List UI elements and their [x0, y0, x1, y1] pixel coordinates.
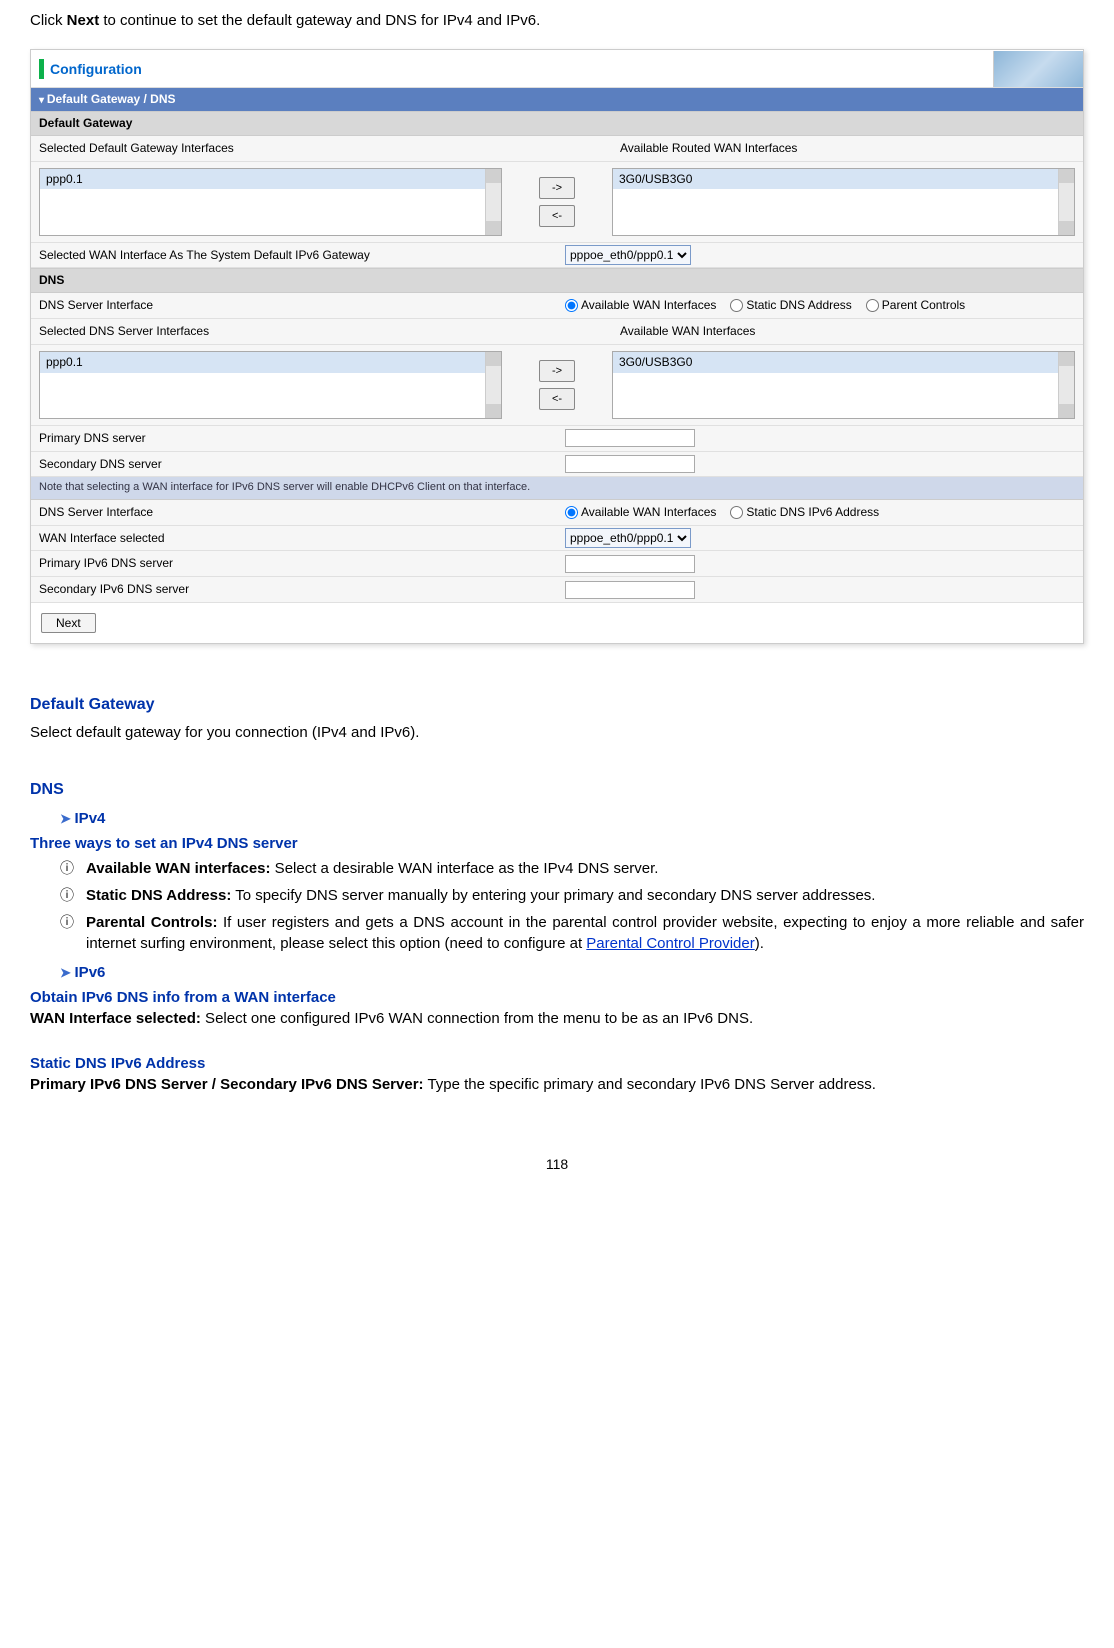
ipv4-ways-list: Available WAN interfaces: Select a desir… — [60, 858, 1084, 954]
heading-static-ipv6: Static DNS IPv6 Address — [30, 1053, 1084, 1074]
radio-parent-input[interactable] — [866, 299, 879, 312]
scrollbar[interactable] — [1058, 352, 1074, 418]
dns-server-iface-ipv6-label: DNS Server Interface — [31, 500, 557, 525]
ipv6-gw-select[interactable]: pppoe_eth0/ppp0.1 — [565, 245, 691, 265]
heading-dns: DNS — [30, 779, 1084, 801]
ipv6-dns-text: Type the specific primary and secondary … — [424, 1076, 876, 1093]
header-artwork — [993, 51, 1083, 87]
list-item[interactable]: 3G0/USB3G0 — [613, 169, 1074, 190]
dns-dual-list: ppp0.1 -> <- 3G0/USB3G0 — [31, 345, 1083, 426]
radio-static-ipv6-input[interactable] — [730, 506, 743, 519]
parental-control-link[interactable]: Parental Control Provider — [586, 935, 754, 952]
default-gateway-subheader: Default Gateway — [31, 111, 1083, 136]
dns-subheader: DNS — [31, 268, 1083, 293]
ipv6-gw-row: Selected WAN Interface As The System Def… — [31, 243, 1083, 269]
gw-shuttle: -> <- — [502, 168, 612, 236]
radio-avail-wan-ipv6-input[interactable] — [565, 506, 578, 519]
li3-text-a: If user registers and gets a DNS account… — [86, 914, 1084, 952]
secondary-ipv6-dns-row: Secondary IPv6 DNS server — [31, 577, 1083, 603]
move-left-button[interactable]: <- — [539, 205, 575, 227]
intro-text: Click Next to continue to set the defaul… — [30, 10, 1084, 31]
intro-prefix: Click — [30, 12, 67, 29]
radio-static-dns-input[interactable] — [730, 299, 743, 312]
li1-bold: Available WAN interfaces: — [86, 860, 271, 877]
next-button[interactable]: Next — [41, 613, 96, 633]
para-default-gateway: Select default gateway for you connectio… — [30, 722, 1084, 743]
selected-dns-listbox[interactable]: ppp0.1 — [39, 351, 502, 419]
wan-sel-bold: WAN Interface selected: — [30, 1010, 201, 1027]
li1-text: Select a desirable WAN interface as the … — [271, 860, 659, 877]
avail-wan-listbox[interactable]: 3G0/USB3G0 — [612, 168, 1075, 236]
list-item[interactable]: ppp0.1 — [40, 352, 501, 373]
dns-server-iface-row: DNS Server Interface Available WAN Inter… — [31, 293, 1083, 319]
primary-ipv6-dns-row: Primary IPv6 DNS server — [31, 551, 1083, 577]
config-panel: Configuration Default Gateway / DNS Defa… — [30, 49, 1084, 644]
secondary-dns-label: Secondary DNS server — [31, 452, 557, 477]
primary-dns-input[interactable] — [565, 429, 695, 447]
ipv6-gw-label: Selected WAN Interface As The System Def… — [31, 243, 557, 268]
radio-avail-wan-ipv6[interactable]: Available WAN Interfaces — [565, 504, 716, 521]
intro-bold: Next — [67, 12, 100, 29]
wan-sel-text: Select one configured IPv6 WAN connectio… — [201, 1010, 753, 1027]
scrollbar[interactable] — [1058, 169, 1074, 235]
list-item[interactable]: 3G0/USB3G0 — [613, 352, 1074, 373]
primary-ipv6-dns-label: Primary IPv6 DNS server — [31, 551, 557, 576]
ipv6-note: Note that selecting a WAN interface for … — [31, 477, 1083, 499]
avail-wan-dns-listbox[interactable]: 3G0/USB3G0 — [612, 351, 1075, 419]
avail-wan-label: Available Routed WAN Interfaces — [612, 136, 1083, 161]
primary-dns-row: Primary DNS server — [31, 426, 1083, 452]
section-bar[interactable]: Default Gateway / DNS — [31, 88, 1083, 111]
list-item: Static DNS Address: To specify DNS serve… — [60, 885, 1084, 906]
page-number: 118 — [30, 1155, 1084, 1175]
ipv6-dns-bold: Primary IPv6 DNS Server / Secondary IPv6… — [30, 1076, 424, 1093]
config-header: Configuration — [31, 50, 1083, 88]
heading-ipv6-obtain: Obtain IPv6 DNS info from a WAN interfac… — [30, 987, 1084, 1008]
list-item: Parental Controls: If user registers and… — [60, 912, 1084, 954]
primary-ipv6-dns-input[interactable] — [565, 555, 695, 573]
radio-static-ipv6[interactable]: Static DNS IPv6 Address — [730, 504, 879, 521]
heading-ipv4-ways: Three ways to set an IPv4 DNS server — [30, 833, 1084, 854]
li2-text: To specify DNS server manually by enteri… — [231, 887, 875, 904]
intro-suffix: to continue to set the default gateway a… — [99, 12, 540, 29]
dns-dual-header: Selected DNS Server Interfaces Available… — [31, 319, 1083, 345]
chevron-ipv4: IPv4 — [60, 808, 1084, 829]
selected-gw-listbox[interactable]: ppp0.1 — [39, 168, 502, 236]
list-item: Available WAN interfaces: Select a desir… — [60, 858, 1084, 879]
move-right-button[interactable]: -> — [539, 360, 575, 382]
move-right-button[interactable]: -> — [539, 177, 575, 199]
dns-shuttle: -> <- — [502, 351, 612, 419]
secondary-dns-row: Secondary DNS server — [31, 452, 1083, 478]
move-left-button[interactable]: <- — [539, 388, 575, 410]
dns-server-iface-label: DNS Server Interface — [31, 293, 557, 318]
para-ipv6-dns: Primary IPv6 DNS Server / Secondary IPv6… — [30, 1074, 1084, 1095]
selected-gw-label: Selected Default Gateway Interfaces — [31, 136, 502, 161]
dns-server-iface-ipv6-row: DNS Server Interface Available WAN Inter… — [31, 500, 1083, 526]
para-wan-selected: WAN Interface selected: Select one confi… — [30, 1008, 1084, 1029]
wan-iface-selected-row: WAN Interface selected pppoe_eth0/ppp0.1 — [31, 526, 1083, 552]
scrollbar[interactable] — [485, 169, 501, 235]
selected-dns-label: Selected DNS Server Interfaces — [31, 319, 502, 344]
li3-bold: Parental Controls: — [86, 914, 217, 931]
radio-avail-wan-input[interactable] — [565, 299, 578, 312]
li3-text-b: ). — [755, 935, 764, 952]
radio-avail-wan[interactable]: Available WAN Interfaces — [565, 297, 716, 314]
scrollbar[interactable] — [485, 352, 501, 418]
li2-bold: Static DNS Address: — [86, 887, 231, 904]
radio-static-dns[interactable]: Static DNS Address — [730, 297, 851, 314]
secondary-ipv6-dns-input[interactable] — [565, 581, 695, 599]
chevron-ipv6: IPv6 — [60, 962, 1084, 983]
gw-dual-header: Selected Default Gateway Interfaces Avai… — [31, 136, 1083, 162]
list-item[interactable]: ppp0.1 — [40, 169, 501, 190]
primary-dns-label: Primary DNS server — [31, 426, 557, 451]
wan-iface-select[interactable]: pppoe_eth0/ppp0.1 — [565, 528, 691, 548]
secondary-ipv6-dns-label: Secondary IPv6 DNS server — [31, 577, 557, 602]
gw-dual-list: ppp0.1 -> <- 3G0/USB3G0 — [31, 162, 1083, 243]
radio-parent-controls[interactable]: Parent Controls — [866, 297, 965, 314]
secondary-dns-input[interactable] — [565, 455, 695, 473]
wan-iface-selected-label: WAN Interface selected — [31, 526, 557, 551]
heading-default-gateway: Default Gateway — [30, 694, 1084, 716]
config-title: Configuration — [39, 59, 142, 79]
avail-wan-label2: Available WAN Interfaces — [612, 319, 1083, 344]
